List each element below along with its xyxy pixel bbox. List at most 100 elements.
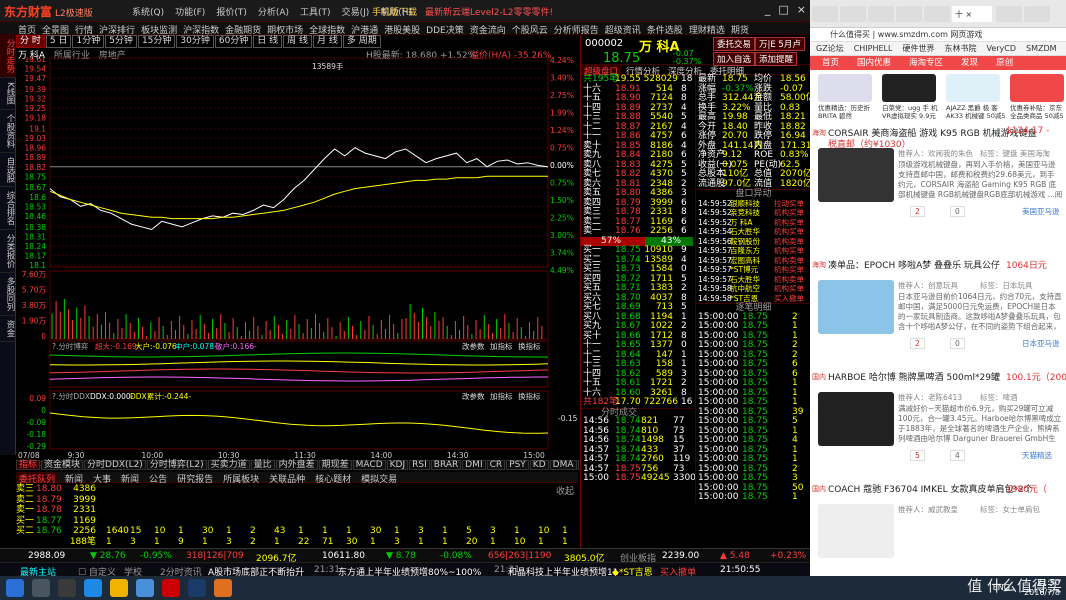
indicator-tab[interactable]: 买卖力道 [207, 460, 250, 470]
indicator-tab[interactable]: KD [529, 460, 549, 470]
period-button[interactable]: 5 日 [45, 35, 72, 48]
pankou-row[interactable]: 14:59:52 亲竞科技 机构买单 [696, 208, 810, 218]
indicator-tab[interactable]: BRAR [430, 460, 462, 470]
photoshop-icon[interactable] [188, 579, 206, 597]
indicator-tab[interactable]: 量比 [250, 460, 275, 470]
news-ticker[interactable]: 最新主站 ☐ 自定义 学校 2分时资讯 A股市场底部正不断抬升 21:31 东方通上半年业绩… [0, 562, 810, 576]
item-title[interactable]: COACH 蔻驰 F36704 IMKEL 女款真皮单肩包*2个 [828, 482, 1033, 495]
period-button[interactable]: 60分钟 [214, 35, 253, 48]
edge-icon[interactable] [84, 579, 102, 597]
indicator-tab[interactable]: 资金模块 [41, 460, 84, 470]
ticker-item[interactable]: 学校 [124, 565, 142, 576]
app-icon[interactable] [214, 579, 232, 597]
level2-promo-link[interactable]: 最新新云端Level2-L2零零零件! [425, 8, 553, 18]
deal-thumbnail[interactable] [1010, 74, 1064, 102]
feed-item[interactable]: 海淘 CORSAIR 美商海盗船 游戏 K95 RGB 机械游戏键盘 $124.17… [810, 126, 1066, 236]
ticker-item[interactable]: 2分时资讯 [160, 565, 202, 576]
menu-item[interactable]: 工具(T) [300, 5, 331, 18]
item-image[interactable] [818, 148, 894, 202]
item-image[interactable] [818, 504, 894, 558]
site-nav-item[interactable]: 国内优惠 [857, 56, 891, 70]
store-icon[interactable] [136, 579, 154, 597]
nav-item[interactable]: DDE决策 [426, 23, 464, 36]
comment-count[interactable]: 4 [950, 450, 965, 461]
item-mall[interactable]: 美国亚马逊 [1022, 206, 1060, 217]
bookmark-item[interactable]: 硬件世界 [902, 42, 934, 55]
indicator-tab[interactable]: 期现差 [318, 460, 352, 470]
feed-item[interactable]: 国内 COACH 蔻驰 F36704 IMKEL 女款真皮单肩包*2个 1980元（… [810, 482, 1066, 576]
trade-button[interactable]: 委托交易 [713, 37, 756, 51]
indicator-tab[interactable]: PSY [506, 460, 529, 470]
item-mall[interactable]: 天猫精选 [1022, 450, 1052, 461]
browser-tab[interactable] [812, 6, 838, 22]
item-image[interactable] [818, 280, 894, 334]
comment-count[interactable]: 0 [950, 338, 965, 349]
period-button[interactable]: 月 线 [313, 35, 342, 48]
item-mall[interactable]: 日本亚马逊 [1022, 338, 1060, 349]
period-button[interactable]: 日 线 [253, 35, 283, 48]
explorer-icon[interactable] [110, 579, 128, 597]
indicator-tab[interactable]: DMA [549, 460, 577, 470]
indicator-tab[interactable]: KDJ [386, 460, 409, 470]
bottom-tab[interactable]: 委托队列 [16, 472, 59, 485]
bottom-tab[interactable]: 研究报告 [174, 472, 216, 485]
period-button[interactable]: 周 线 [283, 35, 313, 48]
browser-tab[interactable] [996, 6, 1022, 22]
item-title[interactable]: HARBOE 哈尔博 熊牌黑啤酒 500ml*29罐 [828, 370, 1000, 383]
quote-tab[interactable]: 超级盘口 [581, 65, 622, 77]
feed-item[interactable]: 国内HARBOE 哈尔博 熊牌黑啤酒 500ml*29罐 100.1元（200.1… [810, 370, 1066, 480]
site-nav-item[interactable]: 发现 [961, 56, 978, 70]
window-control-button[interactable]: □ [778, 3, 788, 16]
indicator-tab[interactable]: 分时DDX(L2) [84, 460, 146, 470]
browser-tab[interactable] [868, 6, 894, 22]
bottom-tab[interactable]: 核心题材 [312, 472, 354, 485]
collapse-button[interactable]: 收起 [556, 484, 574, 497]
pankou-row[interactable]: 14:59:58 *ST吉恩 买入撤单 [696, 294, 810, 304]
add-alert-button[interactable]: 添加提醒 [755, 52, 798, 66]
quote-tab[interactable]: 深度分析 [665, 65, 705, 77]
pankou-row[interactable]: 14:59:54 石大胜华 机构买单 [696, 227, 810, 237]
bottom-tab[interactable]: 公告 [146, 472, 170, 485]
ticker-item[interactable]: 和晶科技上半年业绩预增11 [508, 565, 618, 576]
period-button[interactable]: 30分钟 [176, 35, 214, 48]
quote-tab[interactable]: 委托明细 [707, 65, 747, 77]
menu-item[interactable]: 交易(J) [342, 5, 370, 18]
indicator-tab[interactable]: CR [486, 460, 506, 470]
site-nav-item[interactable]: 原创 [996, 56, 1013, 70]
ticker-item[interactable]: A股市场底部正不断抬升 [208, 565, 304, 576]
nav-item[interactable]: 资金流向 [470, 23, 506, 36]
ticker-item[interactable]: 21:50:55 [720, 565, 760, 575]
bookmark-item[interactable]: SMZDM [1026, 42, 1057, 55]
browser-tab[interactable] [896, 6, 922, 22]
pankou-row[interactable]: 14:59:57 百隆东方 机构买单 [696, 246, 810, 256]
indicator-tab[interactable]: 内外盘差 [275, 460, 318, 470]
pankou-row[interactable]: 14:59:56 鞍钢股份 机构卖单 [696, 237, 810, 247]
deal-caption[interactable]: 优惠券补贴：京东 全品类商品 50减5 [1010, 104, 1066, 120]
bookmark-item[interactable]: VeryCD [986, 42, 1016, 55]
period-button[interactable]: 分 时 [16, 35, 45, 48]
site-nav-item[interactable]: 首页 [822, 56, 839, 70]
deal-thumbnail[interactable] [818, 74, 872, 102]
period-button[interactable]: 5分钟 [105, 35, 137, 48]
feed-item[interactable]: 海淘 凑单品：EPOCH 哆啦A梦 叠叠乐 玩具公仔 1064日元 推荐人：创意玩具 标… [810, 258, 1066, 368]
period-button[interactable]: 1分钟 [72, 35, 105, 48]
period-button[interactable]: 多 周期 [342, 35, 381, 48]
bookmark-item[interactable]: GZ论坛 [816, 42, 844, 55]
item-image[interactable] [818, 392, 894, 446]
pankou-row[interactable]: 14:59:52 万 科A 机构买单 [696, 218, 810, 228]
pankou-row[interactable]: 14:59:57 石大胜华 机构卖单 [696, 275, 810, 285]
ticker-item[interactable]: 东方通上半年业绩预增80%~100% [338, 565, 481, 576]
quote-tab[interactable]: 行情分析 [623, 65, 663, 77]
site-nav-item[interactable]: 海淘专区 [909, 56, 943, 70]
mobile-download-link[interactable]: 手机版下载 [372, 8, 417, 18]
like-count[interactable]: 5 [910, 450, 925, 461]
bottom-tab[interactable]: 关联品种 [266, 472, 308, 485]
indicator-tab[interactable]: MACD [352, 460, 386, 470]
menu-item[interactable]: 分析(A) [258, 5, 289, 18]
bookmark-item[interactable]: 东林书院 [944, 42, 976, 55]
pankou-row[interactable]: 14:59:57 宏图高科 机构卖单 [696, 256, 810, 266]
deal-thumbnail[interactable] [882, 74, 936, 102]
ticker-item[interactable]: 买入撤单 [660, 565, 696, 576]
bottom-tab[interactable]: 新闻 [62, 472, 86, 485]
ticker-item[interactable]: ◆*ST吉恩 [612, 565, 653, 576]
